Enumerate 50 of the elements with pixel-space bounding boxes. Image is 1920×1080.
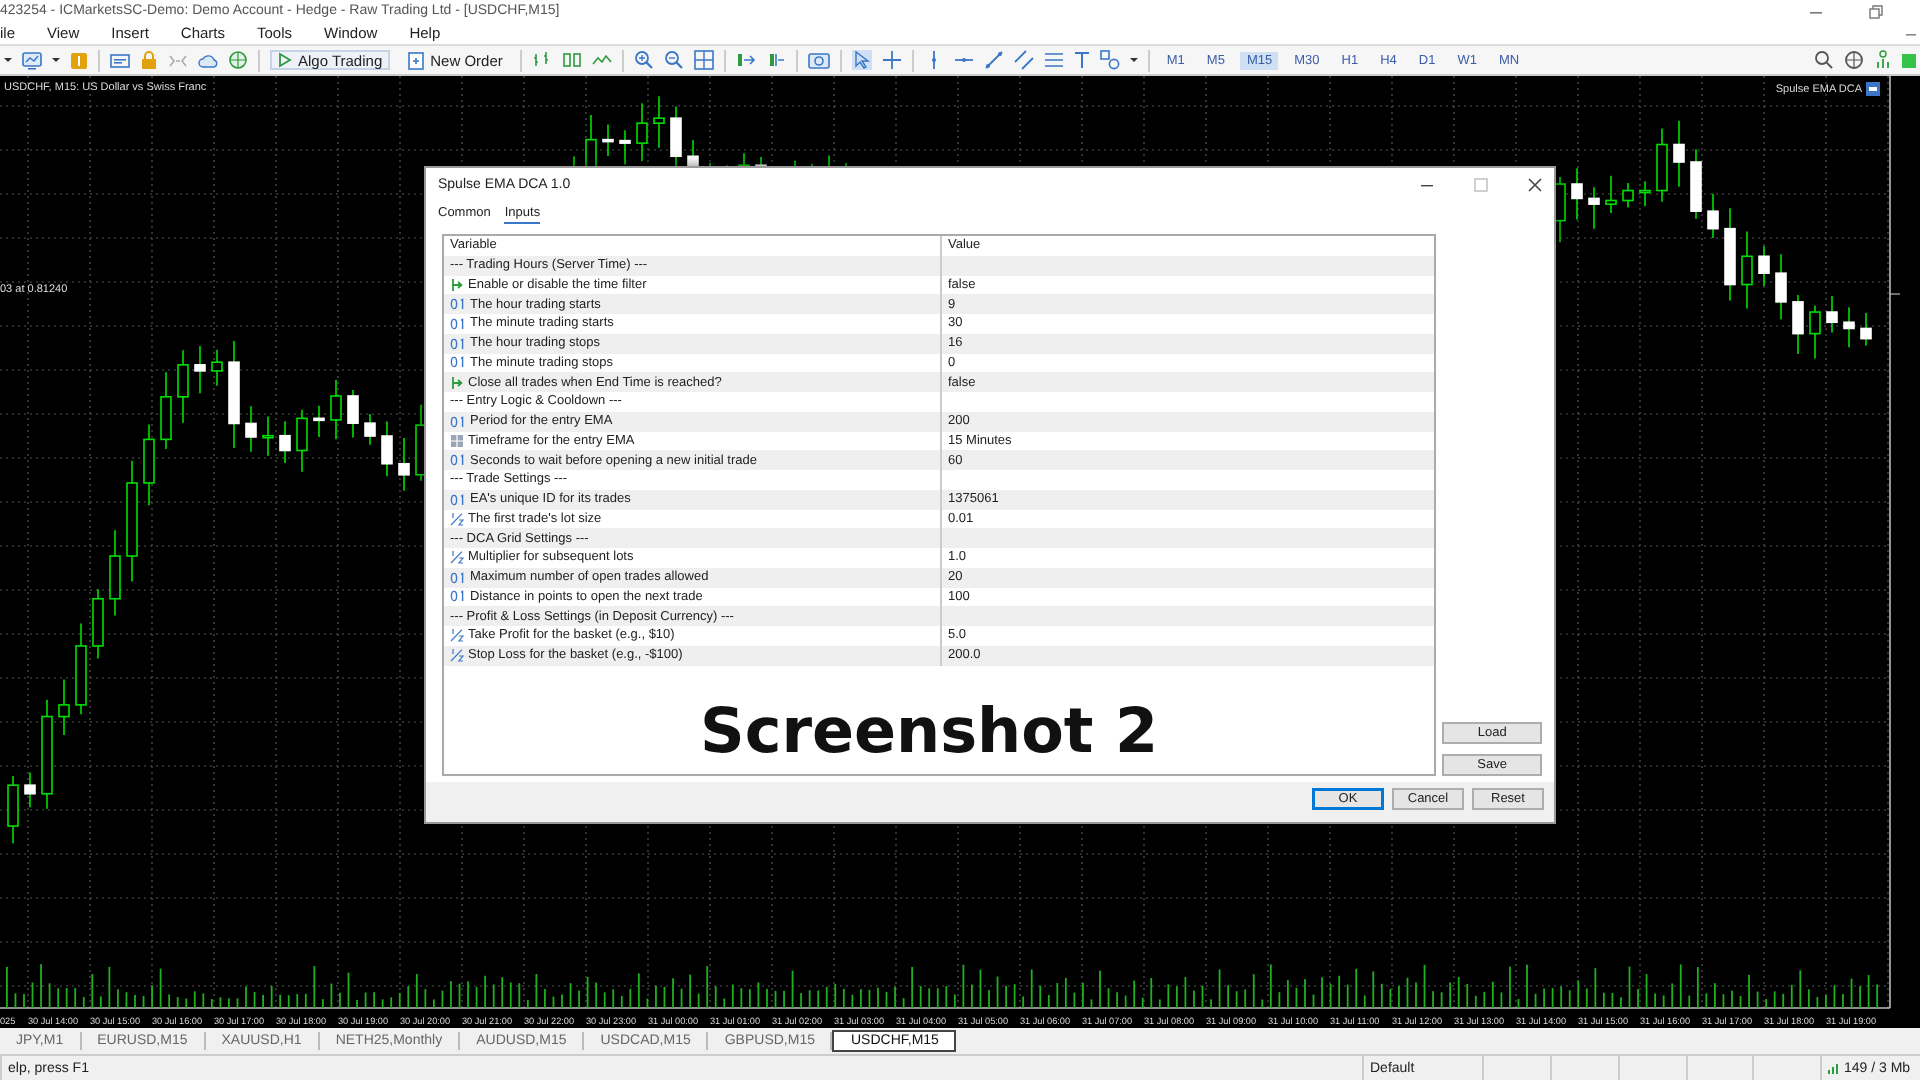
grid-icon[interactable] bbox=[694, 50, 715, 70]
integer-icon bbox=[450, 356, 466, 369]
trendline-icon[interactable] bbox=[984, 50, 1005, 70]
signal-icon[interactable] bbox=[168, 51, 188, 69]
list-icon bbox=[450, 433, 464, 448]
candlestick-icon[interactable] bbox=[562, 50, 583, 70]
branch-icon bbox=[450, 375, 464, 390]
fraction-icon bbox=[450, 511, 464, 526]
integer-icon bbox=[450, 337, 466, 350]
integer-icon bbox=[450, 298, 466, 311]
coin-icon[interactable] bbox=[70, 51, 88, 69]
status-square-icon bbox=[1902, 51, 1916, 69]
search-icon[interactable] bbox=[1814, 50, 1834, 70]
integer-icon bbox=[450, 454, 466, 467]
zoom-out-icon[interactable] bbox=[664, 50, 685, 70]
integer-icon bbox=[450, 493, 466, 506]
line-chart-icon[interactable] bbox=[592, 50, 613, 70]
shapes-icon[interactable] bbox=[1100, 50, 1121, 70]
screenshot-icon[interactable] bbox=[808, 50, 831, 70]
fraction-icon bbox=[450, 550, 464, 565]
fraction-icon bbox=[450, 628, 464, 643]
signal-icon[interactable] bbox=[1874, 50, 1892, 70]
crosshair-icon[interactable] bbox=[882, 50, 903, 70]
branch-icon bbox=[450, 277, 464, 292]
close-icon[interactable] bbox=[1528, 177, 1542, 191]
globe-icon[interactable] bbox=[1844, 50, 1864, 70]
integer-icon bbox=[450, 590, 466, 603]
autoscroll-icon[interactable] bbox=[736, 50, 757, 70]
order-icon bbox=[408, 51, 425, 69]
integer-icon bbox=[450, 415, 466, 428]
play-icon bbox=[278, 52, 292, 68]
integer-icon bbox=[450, 317, 466, 330]
chart-shift-icon[interactable] bbox=[766, 50, 787, 70]
zoom-in-icon[interactable] bbox=[634, 50, 655, 70]
editor-icon[interactable] bbox=[110, 51, 130, 69]
fraction-icon bbox=[450, 648, 464, 663]
caption: Screenshot 2 bbox=[700, 696, 1159, 768]
caret-icon[interactable] bbox=[1130, 52, 1139, 68]
restore-icon[interactable] bbox=[1868, 3, 1884, 19]
integer-icon bbox=[450, 571, 466, 584]
cursor-icon[interactable] bbox=[852, 50, 873, 70]
globe-icon[interactable] bbox=[228, 50, 248, 70]
expert-icon[interactable] bbox=[1866, 82, 1880, 96]
bar-chart-icon[interactable] bbox=[532, 50, 553, 70]
text-icon[interactable] bbox=[1074, 50, 1091, 70]
fibonacci-icon[interactable] bbox=[1044, 50, 1065, 70]
monitor-icon[interactable] bbox=[22, 51, 42, 69]
cloud-icon[interactable] bbox=[198, 51, 218, 69]
signal-bars-icon bbox=[1828, 1062, 1840, 1074]
channel-icon[interactable] bbox=[1014, 50, 1035, 70]
